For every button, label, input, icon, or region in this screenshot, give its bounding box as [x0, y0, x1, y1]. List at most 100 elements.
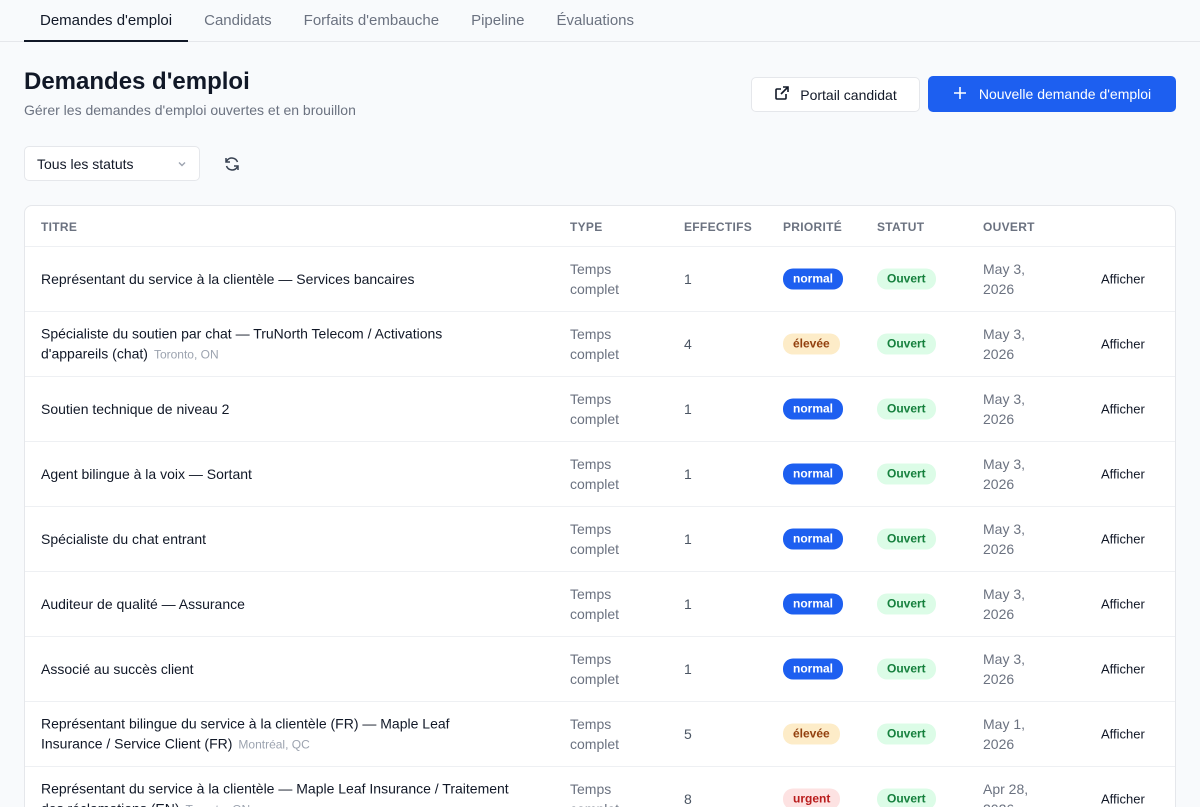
tab-evaluations[interactable]: Évaluations — [540, 0, 650, 42]
row-opened: May 3, 2026 — [983, 389, 1043, 429]
table-header: TITRE TYPE EFFECTIFS PRIORITÉ STATUT OUV… — [25, 206, 1175, 247]
job-location: Toronto, ON — [153, 347, 219, 362]
view-link[interactable]: Afficher — [1101, 272, 1145, 287]
job-title: Associé au succès client — [41, 661, 194, 677]
status-label: Ouvert — [877, 723, 936, 745]
priority-label: élevée — [783, 333, 840, 355]
status-badge: Ouvert — [877, 593, 936, 615]
page-subtitle: Gérer les demandes d'emploi ouvertes et … — [24, 102, 356, 118]
row-type: Temps complet — [570, 649, 650, 689]
row-title[interactable]: Soutien technique de niveau 2 — [41, 399, 511, 419]
opened-line1: May 3, — [983, 261, 1026, 277]
priority-label: normal — [783, 463, 844, 485]
view-link[interactable]: Afficher — [1101, 727, 1145, 742]
row-type: Temps complet — [570, 519, 650, 559]
view-link[interactable]: Afficher — [1101, 792, 1145, 807]
row-title[interactable]: Auditeur de qualité — Assurance — [41, 594, 511, 614]
row-title[interactable]: Agent bilingue à la voix — Sortant — [41, 464, 511, 484]
view-link[interactable]: Afficher — [1101, 597, 1145, 612]
opened-line1: May 3, — [983, 586, 1026, 602]
row-opened: May 3, 2026 — [983, 649, 1043, 689]
opened-line2: 2026 — [983, 411, 1015, 427]
tab-pipeline[interactable]: Pipeline — [455, 0, 540, 42]
row-title[interactable]: Représentant bilingue du service à la cl… — [41, 714, 511, 755]
view-link[interactable]: Afficher — [1101, 402, 1145, 417]
priority-badge: normal — [783, 658, 844, 680]
row-headcount: 1 — [684, 596, 692, 612]
opened-line2: 2026 — [983, 671, 1015, 687]
row-title[interactable]: Spécialiste du soutien par chat — TruNor… — [41, 324, 511, 365]
column-status[interactable]: STATUT — [877, 220, 924, 234]
refresh-icon[interactable] — [222, 154, 242, 174]
opened-line2: 2026 — [983, 476, 1015, 492]
status-label: Ouvert — [877, 788, 936, 807]
row-title[interactable]: Représentant du service à la clientèle —… — [41, 269, 511, 289]
status-label: Ouvert — [877, 658, 936, 680]
table-row[interactable]: Représentant bilingue du service à la cl… — [25, 702, 1175, 767]
table-row[interactable]: Auditeur de qualité — Assurance Temps co… — [25, 572, 1175, 637]
opened-line2: 2026 — [983, 541, 1015, 557]
column-type[interactable]: TYPE — [570, 220, 603, 234]
row-opened: May 3, 2026 — [983, 324, 1043, 364]
row-opened: Apr 28, 2026 — [983, 779, 1043, 807]
priority-badge: normal — [783, 528, 844, 550]
row-headcount: 1 — [684, 531, 692, 547]
job-title: Agent bilingue à la voix — Sortant — [41, 466, 252, 482]
view-link[interactable]: Afficher — [1101, 337, 1145, 352]
column-opened[interactable]: OUVERT — [983, 220, 1035, 234]
job-title: Spécialiste du soutien par chat — TruNor… — [41, 325, 443, 362]
row-type: Temps complet — [570, 714, 650, 754]
priority-badge: élevée — [783, 723, 840, 745]
type-line1: Temps — [570, 586, 612, 602]
table-row[interactable]: Spécialiste du soutien par chat — TruNor… — [25, 312, 1175, 377]
column-headcount[interactable]: EFFECTIFS — [684, 220, 752, 234]
column-priority[interactable]: PRIORITÉ — [783, 220, 842, 234]
table-row[interactable]: Spécialiste du chat entrant Temps comple… — [25, 507, 1175, 572]
priority-badge: normal — [783, 398, 844, 420]
row-title[interactable]: Associé au succès client — [41, 659, 511, 679]
view-link[interactable]: Afficher — [1101, 467, 1145, 482]
table-row[interactable]: Associé au succès client Temps complet 1… — [25, 637, 1175, 702]
priority-label: normal — [783, 528, 844, 550]
opened-line2: 2026 — [983, 736, 1015, 752]
opened-line1: May 3, — [983, 326, 1026, 342]
status-badge: Ouvert — [877, 463, 936, 485]
priority-badge: urgent — [783, 788, 841, 807]
priority-label: urgent — [783, 788, 841, 807]
type-line2: complet — [570, 476, 620, 492]
table-row[interactable]: Représentant du service à la clientèle —… — [25, 247, 1175, 312]
new-request-button[interactable]: Nouvelle demande d'emploi — [928, 76, 1176, 112]
page-title: Demandes d'emploi — [24, 68, 250, 95]
table-row[interactable]: Représentant du service à la clientèle —… — [25, 767, 1175, 807]
row-type: Temps complet — [570, 324, 650, 364]
status-label: Ouvert — [877, 268, 936, 290]
tab-demandes[interactable]: Demandes d'emploi — [24, 0, 189, 42]
tab-forfaits[interactable]: Forfaits d'embauche — [288, 0, 455, 42]
row-type: Temps complet — [570, 259, 650, 299]
view-link[interactable]: Afficher — [1101, 532, 1145, 547]
status-badge: Ouvert — [877, 658, 936, 680]
job-title: Auditeur de qualité — Assurance — [41, 596, 245, 612]
status-badge: Ouvert — [877, 788, 936, 807]
row-headcount: 1 — [684, 271, 692, 287]
opened-line2: 2026 — [983, 799, 1043, 807]
status-filter-select[interactable]: Tous les statuts — [24, 146, 200, 181]
table-row[interactable]: Agent bilingue à la voix — Sortant Temps… — [25, 442, 1175, 507]
status-label: Ouvert — [877, 398, 936, 420]
table-row[interactable]: Soutien technique de niveau 2 Temps comp… — [25, 377, 1175, 442]
new-request-label: Nouvelle demande d'emploi — [978, 86, 1152, 102]
row-title[interactable]: Spécialiste du chat entrant — [41, 529, 511, 549]
plus-icon — [953, 86, 967, 103]
filter-bar: Tous les statuts — [24, 146, 242, 181]
row-opened: May 3, 2026 — [983, 259, 1043, 299]
type-line2: complet — [570, 606, 620, 622]
candidate-portal-button[interactable]: Portail candidat — [751, 77, 920, 112]
tab-candidats[interactable]: Candidats — [188, 0, 288, 42]
row-title[interactable]: Représentant du service à la clientèle —… — [41, 779, 511, 807]
job-title: Soutien technique de niveau 2 — [41, 401, 230, 417]
column-title[interactable]: TITRE — [41, 220, 77, 234]
view-link[interactable]: Afficher — [1101, 662, 1145, 677]
row-type: Temps complet — [570, 779, 650, 807]
priority-label: normal — [783, 593, 844, 615]
requests-table: TITRE TYPE EFFECTIFS PRIORITÉ STATUT OUV… — [24, 205, 1176, 807]
